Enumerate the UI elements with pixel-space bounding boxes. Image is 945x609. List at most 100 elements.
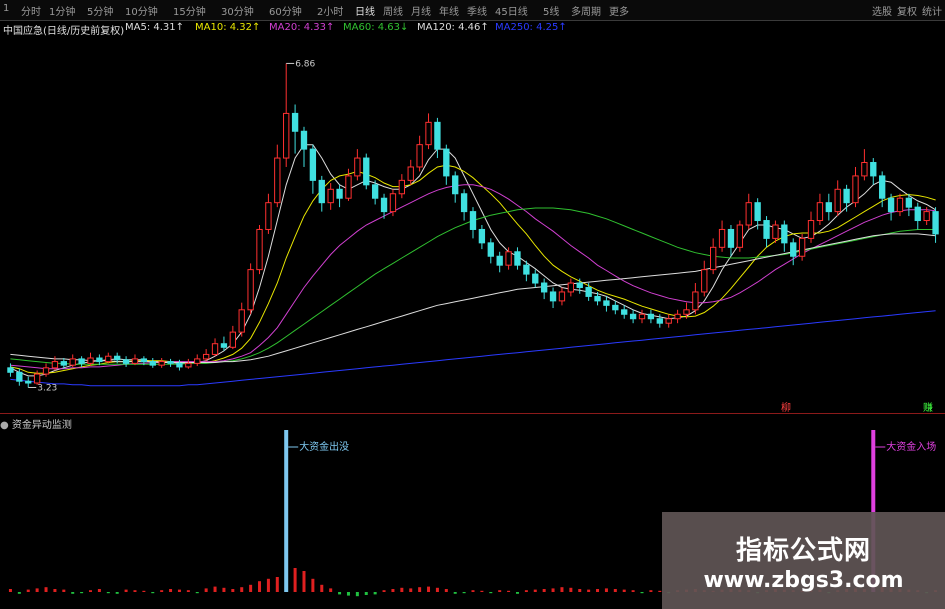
histogram-bar	[498, 590, 502, 592]
candle-body	[140, 358, 148, 363]
candle-body	[211, 343, 219, 355]
signal-label-0: 大资金出没	[299, 440, 349, 453]
low-label: 3.23	[37, 383, 57, 393]
histogram-bar	[53, 589, 57, 592]
signal-label-1: 大资金入场	[886, 440, 936, 453]
histogram-bar	[346, 592, 350, 596]
candle-body	[371, 184, 379, 199]
candle-body	[363, 157, 370, 186]
candle-body	[914, 206, 921, 222]
candle-body	[923, 211, 930, 222]
histogram-bar	[391, 589, 395, 592]
candle-body	[532, 273, 539, 284]
histogram-bar	[524, 590, 528, 592]
ma-line-ma250	[10, 310, 936, 387]
candle-body	[176, 362, 183, 368]
candle-body	[407, 166, 414, 181]
candle-body	[745, 202, 752, 226]
candle-body	[514, 251, 521, 266]
candle-body	[603, 300, 610, 306]
histogram-bar	[89, 590, 93, 592]
candle-body	[576, 282, 583, 288]
candle-body	[790, 242, 797, 257]
candle-body	[380, 197, 388, 213]
watermark: 指标公式网 www.zbgs3.com	[662, 512, 945, 609]
candle-body	[896, 197, 904, 213]
candle-body	[905, 197, 913, 208]
histogram-bar	[640, 592, 644, 594]
candle-body	[816, 202, 824, 222]
candle-body	[96, 357, 103, 363]
histogram-bar	[551, 588, 555, 592]
candle-body	[798, 237, 806, 257]
histogram-bar	[444, 589, 448, 592]
candle-body	[674, 313, 681, 320]
candle-body	[861, 162, 868, 177]
candle-body	[25, 380, 32, 384]
candle-body	[398, 179, 406, 195]
histogram-bar	[133, 590, 137, 592]
candle-body	[318, 179, 325, 204]
histogram-bar	[435, 587, 439, 592]
histogram-bar	[124, 589, 128, 592]
histogram-bar	[587, 589, 591, 592]
histogram-bar	[275, 577, 279, 592]
candle-body	[33, 373, 41, 384]
histogram-bar	[80, 592, 84, 594]
histogram-bar	[560, 587, 564, 592]
candle-body	[51, 361, 59, 369]
indicator-name: 资金异动监测	[11, 420, 72, 431]
candle-body	[78, 358, 85, 364]
candle-body	[238, 309, 245, 333]
candle-body	[300, 130, 308, 150]
candle-body	[265, 202, 272, 230]
candle-body	[336, 188, 343, 199]
histogram-bar	[427, 586, 431, 592]
histogram-bar	[373, 592, 377, 595]
histogram-bar	[649, 590, 653, 592]
candle-body	[843, 188, 850, 204]
histogram-bar	[515, 592, 519, 594]
candle-body	[247, 269, 254, 311]
histogram-bar	[400, 587, 404, 592]
candle-body	[585, 286, 592, 297]
candle-body	[452, 175, 459, 195]
histogram-bar	[8, 589, 12, 592]
candle-body	[710, 246, 717, 271]
histogram-bar	[204, 588, 208, 592]
candle-body	[443, 148, 450, 177]
candle-body	[87, 357, 94, 364]
histogram-bar	[320, 584, 324, 592]
candle-body	[638, 313, 646, 320]
candle-body	[683, 309, 690, 315]
candle-body	[131, 358, 139, 364]
candle-body	[647, 313, 655, 320]
histogram-bar	[26, 589, 30, 592]
histogram-bar	[71, 592, 75, 594]
histogram-bar	[329, 588, 333, 592]
candle-body	[665, 318, 672, 324]
candle-body	[434, 121, 441, 150]
histogram-bar	[382, 590, 386, 592]
candle-body	[629, 313, 637, 320]
histogram-bar	[195, 592, 199, 594]
histogram-bar	[453, 592, 457, 594]
histogram-bar	[62, 589, 66, 592]
candle-body	[60, 361, 67, 366]
ma-line-ma5	[10, 144, 936, 377]
candle-body	[389, 193, 397, 213]
candle-body	[487, 242, 494, 257]
histogram-bar	[311, 578, 315, 592]
histogram-bar	[658, 590, 662, 592]
candle-body	[354, 157, 361, 177]
ma-line-ma10	[10, 164, 936, 374]
candle-body	[621, 309, 628, 315]
histogram-bar	[462, 592, 466, 594]
candle-body	[781, 224, 788, 244]
candle-body	[345, 175, 352, 199]
candle-body	[274, 157, 281, 204]
histogram-bar	[249, 584, 253, 592]
histogram-bar	[409, 588, 413, 592]
candle-body	[220, 343, 228, 348]
histogram-bar	[258, 581, 262, 592]
